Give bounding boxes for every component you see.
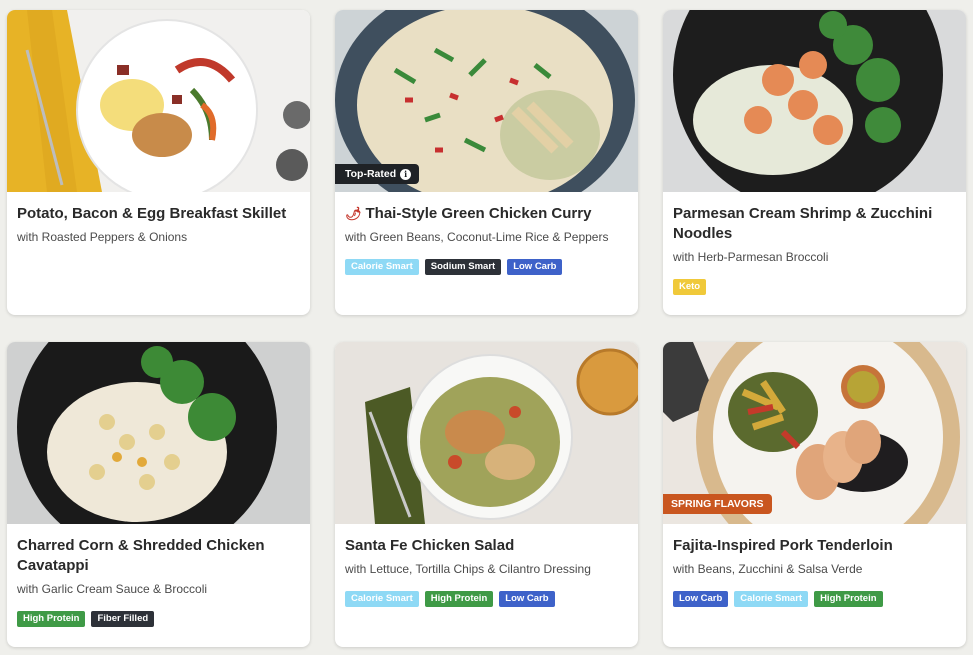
tag-calorie-smart: Calorie Smart <box>345 591 419 607</box>
tag-low-carb: Low Carb <box>673 591 729 607</box>
recipe-card[interactable]: Top-Rated i 🌶 Thai-Style Green Chicken Cu… <box>335 10 638 315</box>
recipe-image <box>7 342 310 524</box>
recipe-title: Santa Fe Chicken Salad <box>345 537 515 554</box>
tag-list: Calorie Smart Sodium Smart Low Carb <box>345 259 628 275</box>
top-rated-badge: Top-Rated i <box>335 164 420 184</box>
tag-high-protein: High Protein <box>17 611 86 627</box>
recipe-title: Fajita-Inspired Pork Tenderloin <box>673 537 893 554</box>
recipe-subtitle: with Roasted Peppers & Onions <box>17 230 188 244</box>
recipe-subtitle: with Beans, Zucchini & Salsa Verde <box>673 562 863 576</box>
recipe-subtitle: with Herb-Parmesan Broccoli <box>673 250 829 264</box>
tag-low-carb: Low Carb <box>499 591 555 607</box>
tag-calorie-smart: Calorie Smart <box>734 591 809 607</box>
recipe-image: SPRING FLAVORS <box>663 342 966 524</box>
spring-flavors-badge: SPRING FLAVORS <box>663 494 772 514</box>
badge-label: Top-Rated <box>345 168 397 180</box>
recipe-card[interactable]: SPRING FLAVORS Fajita-Inspired Pork Tend… <box>663 342 966 647</box>
recipe-image: Top-Rated i <box>335 10 638 192</box>
tag-high-protein: High Protein <box>424 591 494 607</box>
tag-list: Calorie Smart High Protein Low Carb <box>345 591 628 607</box>
chili-icon: 🌶 <box>345 206 362 221</box>
recipe-title: 🌶 Thai-Style Green Chicken Curry <box>345 204 628 224</box>
recipe-title: Parmesan Cream Shrimp & Zucchini Noodles <box>673 205 933 242</box>
tag-list: Low Carb Calorie Smart High Protein <box>673 591 956 607</box>
recipe-subtitle: with Lettuce, Tortilla Chips & Cilantro … <box>345 562 591 576</box>
recipe-card[interactable]: Santa Fe Chicken Salad with Lettuce, Tor… <box>335 342 638 647</box>
recipe-card[interactable]: Potato, Bacon & Egg Breakfast Skillet wi… <box>7 10 310 315</box>
tag-low-carb: Low Carb <box>507 259 563 275</box>
recipe-card[interactable]: Charred Corn & Shredded Chicken Cavatapp… <box>7 342 310 647</box>
recipe-title: Potato, Bacon & Egg Breakfast Skillet <box>17 205 287 222</box>
recipe-title-text: Thai-Style Green Chicken Curry <box>365 205 592 222</box>
info-icon[interactable]: i <box>400 168 412 180</box>
tag-sodium-smart: Sodium Smart <box>424 259 502 275</box>
recipe-image <box>663 10 966 192</box>
tag-calorie-smart: Calorie Smart <box>345 259 419 275</box>
recipe-subtitle: with Green Beans, Coconut-Lime Rice & Pe… <box>345 230 609 244</box>
tag-keto: Keto <box>673 279 707 295</box>
tag-list: Keto <box>673 279 956 295</box>
tag-fiber-filled: Fiber Filled <box>91 611 155 627</box>
recipe-card[interactable]: Parmesan Cream Shrimp & Zucchini Noodles… <box>663 10 966 315</box>
tag-list: High Protein Fiber Filled <box>17 611 300 627</box>
recipe-image <box>7 10 310 192</box>
tag-high-protein: High Protein <box>814 591 883 607</box>
recipe-subtitle: with Garlic Cream Sauce & Broccoli <box>17 582 208 596</box>
recipe-title: Charred Corn & Shredded Chicken Cavatapp… <box>17 537 265 574</box>
recipe-image <box>335 342 638 524</box>
